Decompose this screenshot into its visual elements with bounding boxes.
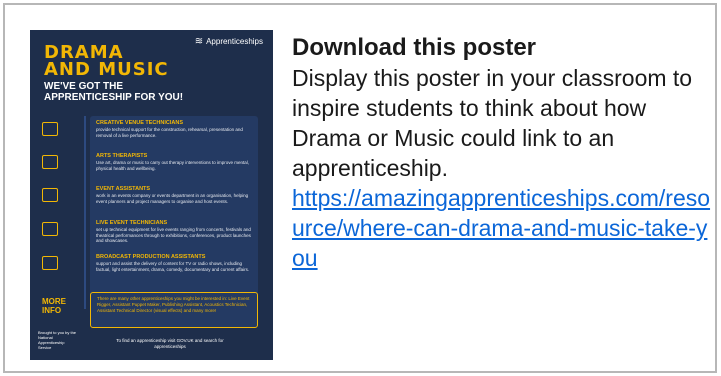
logo-text: Apprenticeships xyxy=(206,37,263,46)
poster-subtitle-line2: APPRENTICESHIP FOR YOU! xyxy=(44,92,184,103)
more-label-line1: MORE xyxy=(42,297,66,306)
more-text: There are many other apprenticeships you… xyxy=(97,296,250,313)
poster-title-line2: AND MUSIC xyxy=(44,59,169,80)
role-body: work in an events company or events depa… xyxy=(96,193,249,204)
apprenticeships-logo: ≋ Apprenticeships xyxy=(195,36,263,47)
role-body: Use art, drama or music to carry out the… xyxy=(96,160,250,171)
poster-role-item: CREATIVE VENUE TECHNICIANS provide techn… xyxy=(96,120,252,138)
poster-footer: To find an apprenticeship visit GOV.UK a… xyxy=(116,338,224,349)
calendar-icon xyxy=(42,188,58,202)
poster-footer-left: Brought to you by the National Apprentic… xyxy=(38,330,77,350)
resource-text: Download this poster Display this poster… xyxy=(292,33,712,273)
role-body: support and assist the delivery of conte… xyxy=(96,261,250,272)
stage-lights-icon xyxy=(42,222,58,236)
more-label-line2: INFO xyxy=(42,306,62,315)
logo-mark-icon: ≋ xyxy=(194,36,204,47)
resource-card: ≋ Apprenticeships DRAMA AND MUSIC WE'VE … xyxy=(3,3,717,373)
role-heading: CREATIVE VENUE TECHNICIANS xyxy=(96,120,183,126)
poster-role-item: EVENT ASSISTANTS work in an events compa… xyxy=(96,186,252,204)
easel-icon xyxy=(42,155,58,169)
poster-subtitle: WE'VE GOT THE APPRENTICESHIP FOR YOU! xyxy=(44,81,183,103)
resource-description: Display this poster in your classroom to… xyxy=(292,65,693,181)
poster-role-item: LIVE EVENT TECHNICIANS set up technical … xyxy=(96,220,252,244)
poster-title: DRAMA AND MUSIC xyxy=(44,44,169,80)
role-heading: ARTS THERAPISTS xyxy=(96,153,148,159)
resource-heading: Download this poster xyxy=(292,34,537,61)
resource-link[interactable]: https://amazingapprenticeships.com/resou… xyxy=(292,183,712,273)
role-heading: LIVE EVENT TECHNICIANS xyxy=(96,220,168,226)
poster-thumbnail[interactable]: ≋ Apprenticeships DRAMA AND MUSIC WE'VE … xyxy=(30,30,273,360)
poster-more-box: There are many other apprenticeships you… xyxy=(90,292,258,328)
poster-role-item: ARTS THERAPISTS Use art, drama or music … xyxy=(96,153,252,171)
camera-icon xyxy=(42,256,58,270)
role-heading: EVENT ASSISTANTS xyxy=(96,186,151,192)
role-body: provide technical support for the constr… xyxy=(96,127,243,138)
poster-subtitle-line1: WE'VE GOT THE xyxy=(44,81,124,92)
role-body: set up technical equipment for live even… xyxy=(96,227,251,243)
poster-more-info: MORE INFO xyxy=(42,297,66,315)
role-heading: BROADCAST PRODUCTION ASSISTANTS xyxy=(96,254,206,260)
poster-roles-panel: CREATIVE VENUE TECHNICIANS provide techn… xyxy=(84,116,258,309)
poster-role-item: BROADCAST PRODUCTION ASSISTANTS support … xyxy=(96,254,252,272)
theatre-icon xyxy=(42,122,58,136)
